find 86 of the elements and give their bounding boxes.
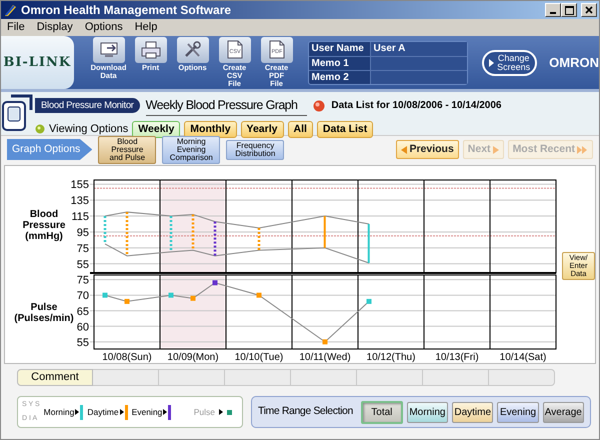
arrow-icon xyxy=(492,146,499,154)
date-label: 10/14(Sat) xyxy=(500,352,546,363)
maximize-icon xyxy=(564,6,574,14)
menu-item[interactable]: Help xyxy=(128,19,164,36)
view-tab[interactable]: All xyxy=(288,120,313,138)
tick-label: 60 xyxy=(76,321,89,334)
tick-label: 55 xyxy=(76,258,89,271)
double-arrow-icon xyxy=(577,146,588,154)
tick-label: 75 xyxy=(76,274,89,287)
comment-field[interactable] xyxy=(159,369,225,386)
close-button[interactable] xyxy=(581,3,597,17)
graph-tab[interactable]: Frequency Distribution xyxy=(226,140,284,160)
comment-field[interactable] xyxy=(489,369,555,386)
pulse-marker xyxy=(190,296,196,301)
maximize-button[interactable] xyxy=(561,3,577,17)
tick-label: 155 xyxy=(70,179,89,192)
tick-label: 75 xyxy=(76,242,89,255)
close-icon xyxy=(585,6,593,14)
brand-logo: OMRON xyxy=(549,54,599,72)
time-range-button[interactable]: Daytime xyxy=(452,402,494,422)
comment-field[interactable] xyxy=(423,369,489,386)
view-tab[interactable]: Weekly xyxy=(132,120,180,138)
nav-button[interactable]: Previous xyxy=(396,140,459,160)
axis-title: Blood Pressure (mmHg) xyxy=(22,209,66,242)
section-label: Viewing Options xyxy=(49,122,128,137)
view-tab[interactable]: Monthly xyxy=(184,120,237,138)
menu-item[interactable]: Options xyxy=(78,19,129,36)
menu-item[interactable]: File xyxy=(1,19,31,36)
tick-label: 115 xyxy=(71,211,89,224)
time-range-button[interactable]: Evening xyxy=(497,402,539,422)
view-tab[interactable]: Data List xyxy=(316,120,374,138)
arrow-icon xyxy=(163,409,168,415)
pulse-marker xyxy=(256,292,262,298)
axis-title: Pulse (Pulses/min) xyxy=(14,302,74,324)
graph-title: Weekly Blood Pressure Graph xyxy=(146,96,308,116)
menu-item[interactable]: Display xyxy=(30,19,79,36)
comment-label: Comment xyxy=(17,369,93,386)
logo: BI-LINK xyxy=(3,54,72,72)
arrow-icon xyxy=(219,409,223,415)
app-icon xyxy=(3,3,17,17)
pulse-marker xyxy=(102,292,108,298)
device-label: Blood Pressure Monitor xyxy=(35,98,140,114)
legend-label: Evening xyxy=(132,406,162,418)
legend-label: Morning xyxy=(44,406,74,418)
section-label: Time Range Selection xyxy=(258,404,353,420)
comment-field[interactable] xyxy=(357,369,423,386)
tick-label: 95 xyxy=(76,226,89,239)
arrow-icon xyxy=(401,146,408,154)
minimize-button[interactable] xyxy=(545,3,561,17)
date-label: 10/13(Fri) xyxy=(435,352,479,363)
window-title: Omron Health Management Software xyxy=(21,2,232,19)
monitor-icon xyxy=(98,40,120,60)
time-range-button[interactable]: Total xyxy=(360,400,403,424)
change-screens-button[interactable]: Change Screens xyxy=(482,50,538,76)
tick-label: 70 xyxy=(76,290,89,302)
pulse-marker xyxy=(322,339,328,344)
date-range-text: Data List for 10/08/2006 - 10/14/2006 xyxy=(331,99,502,114)
time-range-button[interactable]: Morning xyxy=(406,402,448,422)
graph-tab[interactable]: Blood Pressure and Pulse xyxy=(98,136,156,164)
pulse-marker xyxy=(366,298,372,304)
pulse-marker xyxy=(212,280,218,286)
arrow-icon xyxy=(120,409,124,415)
date-label: 10/11(Wed) xyxy=(299,352,351,363)
field-value: User A xyxy=(370,42,468,56)
graph-tab[interactable]: Morning Evening Comparison xyxy=(162,136,220,164)
comment-field[interactable] xyxy=(225,369,291,386)
legend-label: Daytime xyxy=(87,406,119,418)
arrow-icon xyxy=(75,409,80,415)
pulse-marker xyxy=(168,292,174,298)
printer-icon xyxy=(140,40,162,60)
tick-label: 55 xyxy=(76,336,89,349)
bullet-icon xyxy=(313,100,326,112)
date-label: 10/12(Thu) xyxy=(366,352,416,363)
time-range-button[interactable]: Average xyxy=(542,402,584,422)
date-label: 10/09(Mon) xyxy=(167,352,219,363)
comment-field[interactable] xyxy=(93,369,159,386)
date-label: 10/10(Tue) xyxy=(234,352,284,363)
tick-label: 65 xyxy=(76,306,89,318)
section-label: Graph Options xyxy=(7,138,92,160)
pulse-marker xyxy=(124,298,130,304)
legend-label: Pulse xyxy=(194,406,215,418)
comment-field[interactable] xyxy=(291,369,357,386)
bullet-icon xyxy=(35,124,45,134)
tick-label: 135 xyxy=(70,195,89,208)
view-tab[interactable]: Yearly xyxy=(240,120,284,138)
date-label: 10/08(Sun) xyxy=(102,352,152,363)
